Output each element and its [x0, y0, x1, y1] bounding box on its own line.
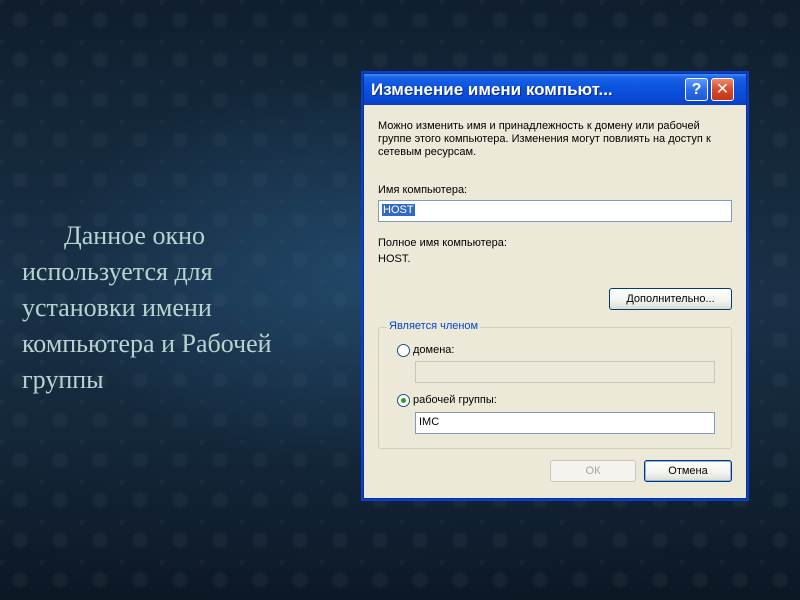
workgroup-radio[interactable]: [397, 394, 410, 407]
computer-name-dialog: Изменение имени компьют... ? ✕ Можно изм…: [363, 73, 747, 499]
cancel-button[interactable]: Отмена: [644, 460, 732, 482]
workgroup-input[interactable]: IMC: [415, 412, 715, 434]
domain-label: домена:: [413, 344, 455, 356]
radio-selected-dot: [401, 398, 406, 403]
computer-name-label: Имя компьютера:: [378, 184, 468, 196]
dialog-description: Можно изменить имя и принадлежность к до…: [378, 120, 711, 158]
member-of-group: Является членом домена: рабочей группы: …: [378, 320, 732, 449]
help-icon: ?: [691, 81, 702, 98]
computer-name-value: HOST: [382, 204, 415, 216]
slide-caption: Данное окно используется для установки и…: [22, 221, 272, 394]
member-of-title: Является членом: [387, 320, 481, 332]
workgroup-label: рабочей группы:: [413, 394, 497, 406]
computer-name-input[interactable]: HOST: [378, 200, 732, 222]
more-button[interactable]: Дополнительно...: [609, 288, 732, 310]
help-button[interactable]: ?: [685, 78, 708, 101]
domain-radio[interactable]: [397, 344, 410, 357]
full-name-value: HOST.: [378, 253, 411, 265]
close-button[interactable]: ✕: [711, 78, 734, 101]
domain-input[interactable]: [415, 361, 715, 383]
dialog-titlebar[interactable]: Изменение имени компьют... ? ✕: [364, 74, 746, 105]
dialog-title: Изменение имени компьют...: [371, 80, 613, 99]
full-name-label: Полное имя компьютера:: [378, 237, 507, 249]
close-icon: ✕: [715, 81, 730, 98]
ok-button[interactable]: ОК: [550, 460, 636, 482]
